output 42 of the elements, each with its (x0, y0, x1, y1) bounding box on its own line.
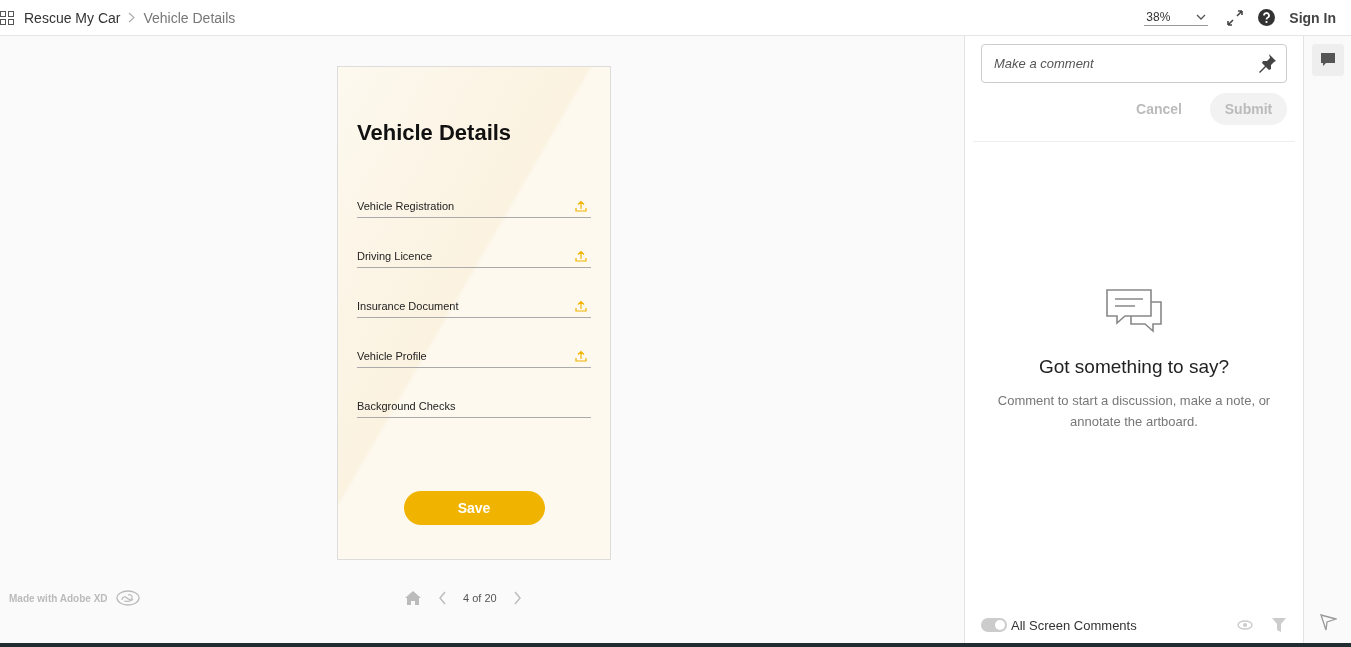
upload-icon[interactable] (575, 349, 587, 362)
previous-icon[interactable] (438, 591, 447, 605)
upload-icon[interactable] (575, 299, 587, 312)
chevron-right-icon (128, 12, 136, 23)
empty-state-text: Comment to start a discussion, make a note, or annotate the artboard. (996, 392, 1272, 431)
toggle-label: All Screen Comments (1011, 617, 1137, 633)
expand-icon[interactable] (1226, 8, 1245, 27)
empty-state-title: Got something to say? (1038, 356, 1230, 378)
eye-icon[interactable] (1237, 620, 1253, 630)
upload-field[interactable]: Driving Licence (357, 244, 591, 268)
field-label: Driving Licence (357, 249, 433, 262)
breadcrumb-link[interactable]: Vehicle Details (143, 9, 236, 26)
flag-icon[interactable] (1318, 613, 1337, 631)
comments-button[interactable] (1311, 44, 1344, 76)
upload-field[interactable]: Vehicle Registration (357, 194, 591, 218)
help-icon[interactable] (1258, 9, 1276, 26)
page-indicator: 4 of 20 (463, 592, 497, 604)
upload-field[interactable]: Background Checks (357, 394, 591, 418)
field-label: Background Checks (357, 399, 456, 412)
comment-field[interactable]: Make a comment (981, 44, 1287, 83)
screen-title: Vehicle Details (357, 120, 513, 146)
breadcrumb-link[interactable]: Rescue My Car (24, 9, 121, 26)
upload-icon[interactable] (575, 199, 587, 212)
field-label: Insurance Document (357, 299, 459, 312)
cloud-logo-icon (115, 590, 140, 606)
pin-icon[interactable] (1257, 53, 1277, 73)
filter-icon[interactable] (1271, 617, 1287, 633)
field-label: Vehicle Registration (357, 199, 455, 212)
field-label: Vehicle Profile (357, 349, 427, 362)
speech-bubbles-icon (1105, 288, 1163, 334)
grid-icon[interactable] (0, 10, 14, 25)
zoom-dropdown[interactable]: 38% (1144, 9, 1209, 26)
speech-bubble-icon (1319, 52, 1336, 68)
upload-icon[interactable] (575, 249, 587, 262)
made-with-label: Made with Adobe XD (9, 592, 108, 604)
sign-in-link[interactable]: Sign In (1289, 9, 1336, 26)
toggle-switch[interactable] (981, 618, 1007, 632)
home-icon[interactable] (404, 590, 422, 606)
next-icon[interactable] (512, 591, 522, 605)
upload-field[interactable]: Insurance Document (357, 294, 591, 318)
chevron-down-icon (1196, 14, 1207, 20)
upload-field[interactable]: Vehicle Profile (357, 344, 591, 368)
